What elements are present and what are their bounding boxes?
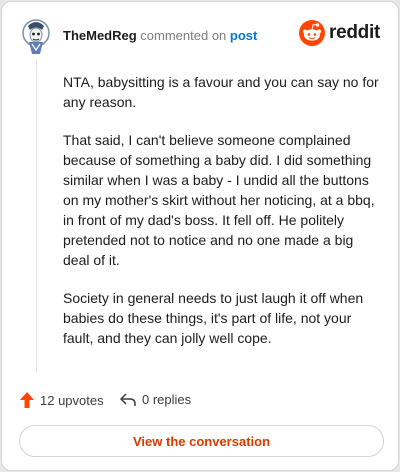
- replies-count: 0 replies: [142, 392, 192, 407]
- replies-button[interactable]: 0 replies: [120, 392, 191, 407]
- reddit-wordmark: reddit: [329, 22, 380, 43]
- view-conversation-button[interactable]: View the conversation: [19, 425, 384, 457]
- author-name[interactable]: TheMedReg: [63, 28, 137, 43]
- reply-icon: [120, 392, 136, 406]
- action-text: commented on: [140, 28, 227, 43]
- reddit-snoo-icon: [299, 20, 326, 46]
- comment-paragraph: That said, I can't believe someone compl…: [63, 132, 375, 268]
- comment-body: NTA, babysitting is a favour and you can…: [63, 72, 381, 366]
- comment-paragraph: Society in general needs to just laugh i…: [63, 290, 364, 346]
- upvote-count: 12 upvotes: [40, 392, 104, 408]
- comment-meta: TheMedReg commented on post: [63, 28, 257, 43]
- embed-card: TheMedReg commented on post reddit NTA, …: [1, 1, 399, 471]
- upvote-arrow-icon: [20, 392, 34, 408]
- upvote-button[interactable]: 12 upvotes: [20, 392, 104, 408]
- post-link[interactable]: post: [230, 28, 257, 43]
- comment-paragraph: NTA, babysitting is a favour and you can…: [63, 74, 379, 110]
- user-avatar[interactable]: [20, 16, 52, 56]
- reddit-logo[interactable]: reddit: [299, 19, 380, 47]
- thread-line: [36, 60, 37, 372]
- comment-header: TheMedReg commented on post reddit: [20, 16, 380, 56]
